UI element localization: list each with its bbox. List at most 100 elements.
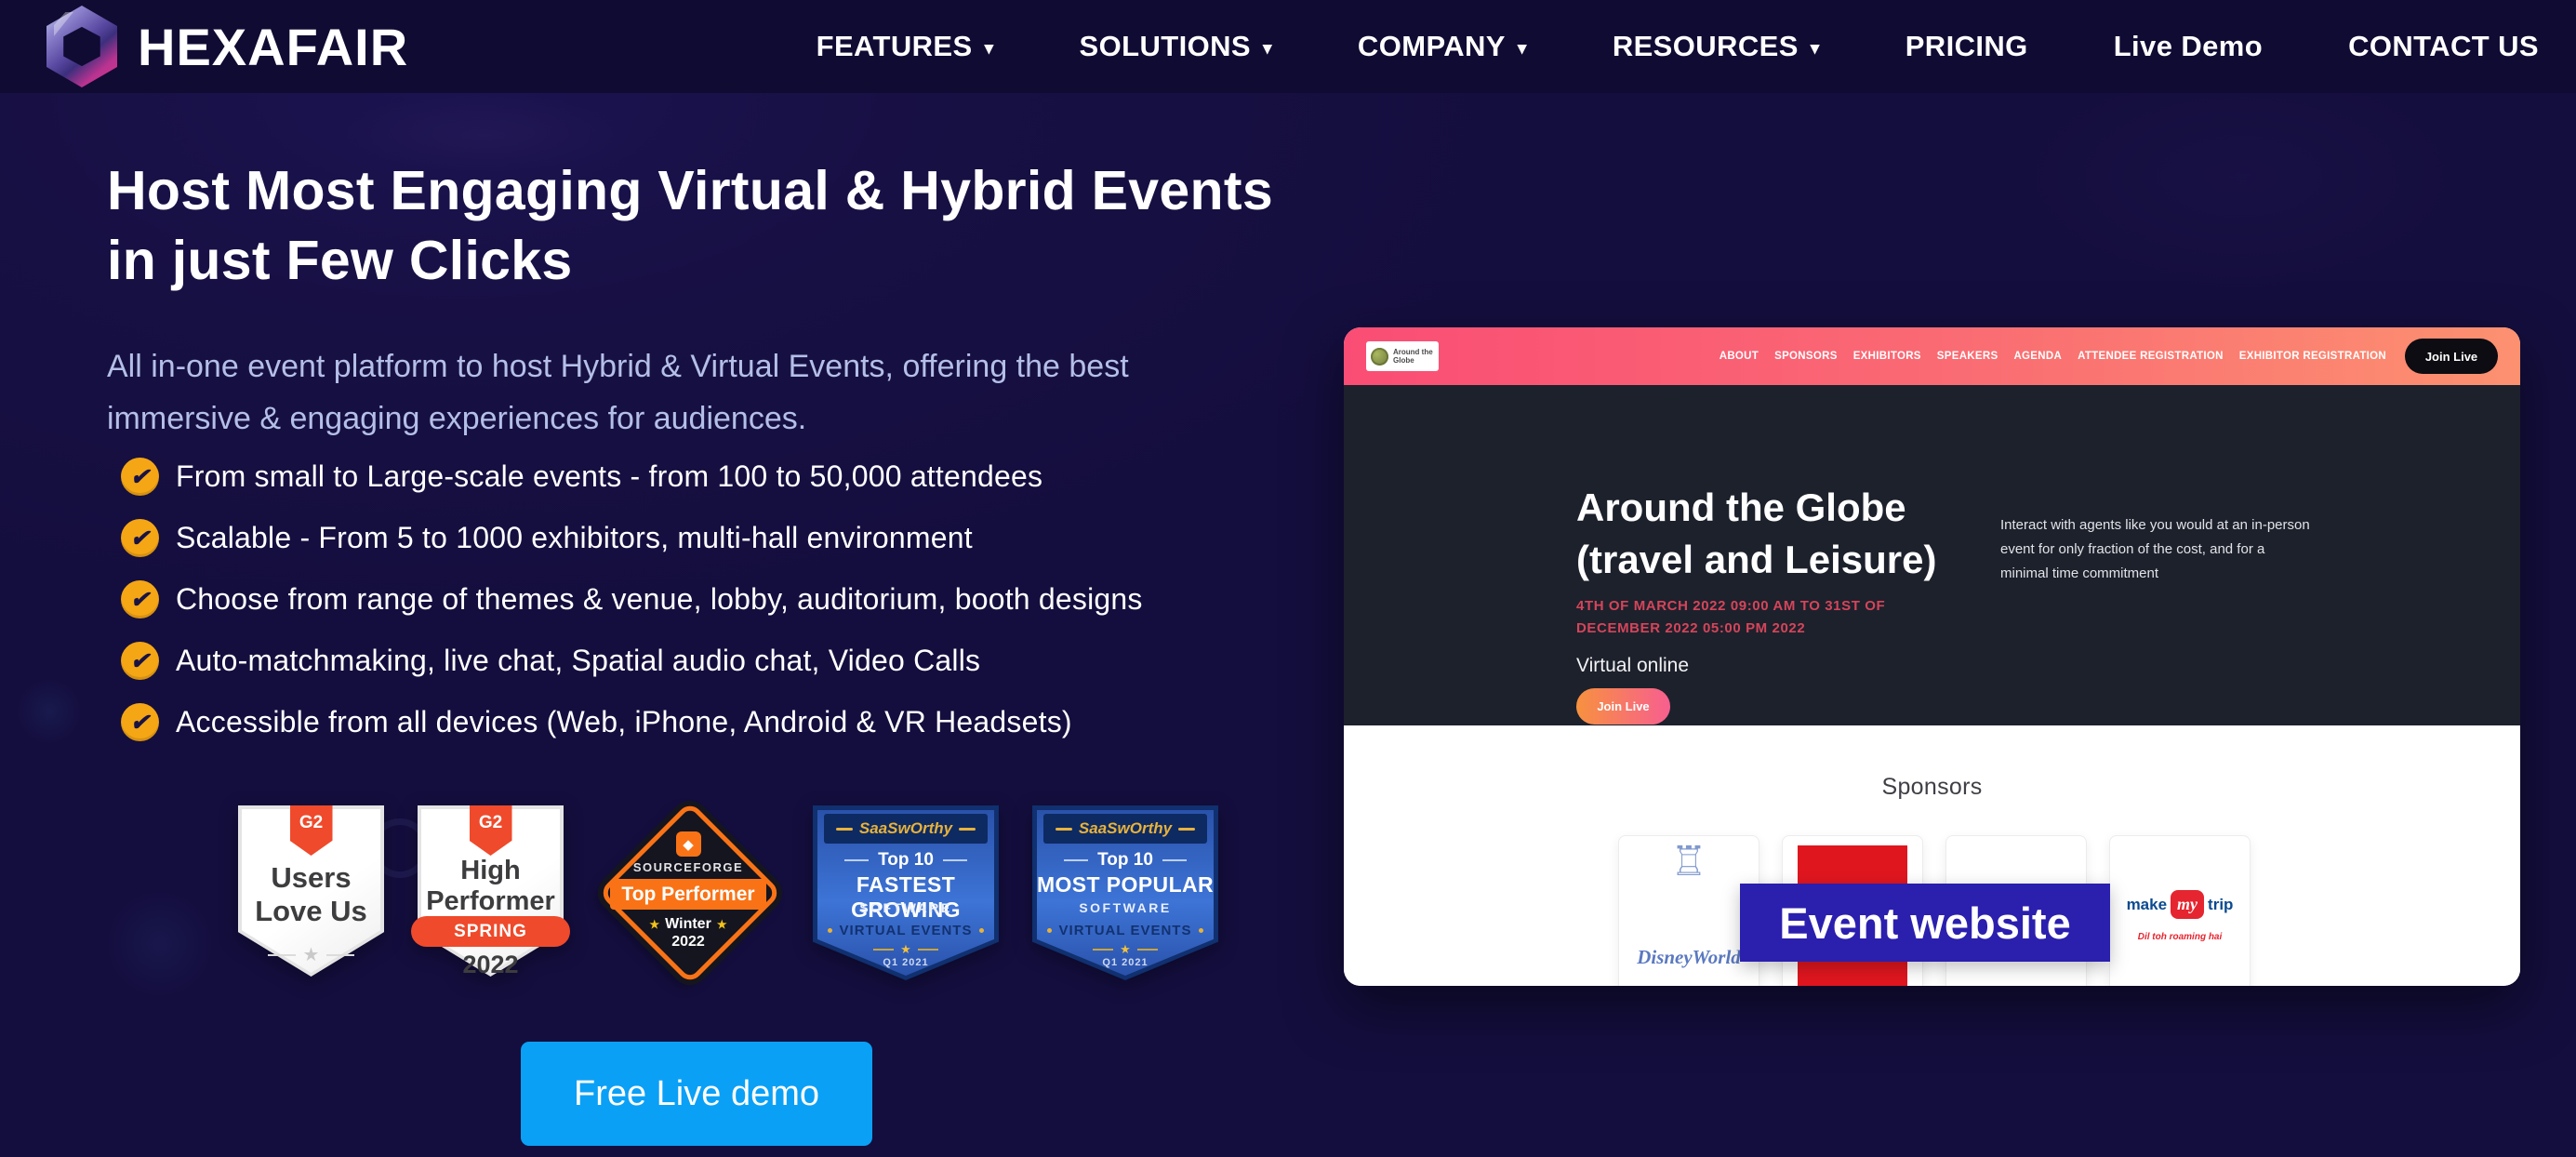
event-website-label: Event website [1740, 884, 2110, 962]
badge-sourceforge-top-performer: ◆ SOURCEFORGE Top Performer ★ Winter ★ 2… [597, 805, 779, 982]
event-join-live-button: Join Live [1576, 688, 1670, 725]
badge-year: 2022 [671, 934, 705, 951]
badge-period: Q1 2021 [1032, 957, 1218, 968]
free-live-demo-button[interactable]: Free Live demo [521, 1042, 872, 1146]
event-website-screenshot[interactable]: Around the Globe ABOUT SPONSORS EXHIBITO… [1344, 327, 2520, 986]
badge-title: MOST POPULAR [1032, 872, 1218, 898]
check-icon: ✔ [121, 458, 159, 496]
feature-bullet-list: ✔ From small to Large-scale events - fro… [121, 458, 1143, 765]
feature-bullet: ✔ From small to Large-scale events - fro… [121, 458, 1143, 496]
event-nav-agenda: AGENDA [2013, 351, 2062, 362]
badge-brand: SaaSwOrthy [1079, 819, 1172, 838]
badge-rank: Top 10 [813, 850, 999, 871]
event-title: Around the Globe (travel and Leisure) [1576, 482, 1936, 586]
star-icon: ★ [649, 918, 659, 931]
feature-bullet-text: From small to Large-scale events - from … [176, 459, 1042, 494]
event-title-line2: (travel and Leisure) [1576, 538, 1936, 581]
nav-live-demo-label: Live Demo [2114, 30, 2263, 63]
event-nav-about: ABOUT [1720, 351, 1759, 362]
sponsors-heading: Sponsors [1344, 774, 2520, 801]
chevron-down-icon: ▾ [1811, 38, 1820, 60]
feature-bullet: ✔ Auto-matchmaking, live chat, Spatial a… [121, 642, 1143, 680]
decorative-dot [17, 679, 82, 744]
badge-brand-bar: SaaSwOrthy [1043, 814, 1207, 844]
event-sponsors-section: Sponsors ♖ DisneyWorld y make my trip [1344, 725, 2520, 986]
nav-contact-us[interactable]: CONTACT US [2348, 30, 2539, 63]
star-icon: ★ [303, 943, 320, 966]
chevron-down-icon: ▾ [1263, 38, 1272, 60]
makemytrip-tagline: Dil toh roaming hai [2110, 932, 2250, 942]
sponsor-card-makemytrip: make my trip Dil toh roaming hai [2109, 835, 2251, 986]
brand-logo[interactable]: HEXAFAIR [46, 6, 408, 87]
nav-resources[interactable]: RESOURCES ▾ [1613, 30, 1820, 63]
main-navigation: FEATURES ▾ SOLUTIONS ▾ COMPANY ▾ RESOURC… [817, 30, 2539, 63]
hexafair-landing-page: HEXAFAIR FEATURES ▾ SOLUTIONS ▾ COMPANY … [0, 0, 2576, 1157]
brand-name: HEXAFAIR [138, 17, 408, 77]
badge-g2-users-love-us: G2 UsersLove Us ★ [238, 805, 384, 977]
badge-title: UsersLove Us [238, 861, 384, 928]
disney-castle-icon: ♖ [1619, 838, 1759, 885]
event-nav-attendee-registration: ATTENDEE REGISTRATION [2078, 351, 2224, 362]
hero-subtitle-line1: All in-one event platform to host Hybrid… [107, 349, 1129, 384]
badge-rank: Top 10 [1032, 850, 1218, 871]
chevron-down-icon: ▾ [985, 38, 994, 60]
mmt-trip: trip [2208, 896, 2233, 914]
nav-solutions[interactable]: SOLUTIONS ▾ [1080, 30, 1272, 63]
star-icon: ★ [717, 918, 727, 931]
trophy-icon: ★ [900, 942, 911, 957]
trophy-icon-row: ★ [813, 942, 999, 957]
nav-solutions-label: SOLUTIONS [1080, 30, 1251, 63]
sourceforge-flame-icon: ◆ [676, 831, 701, 857]
badge-season: ★ Winter ★ [649, 916, 726, 933]
badge-year: 2022 [418, 951, 564, 979]
badge-subtitle: SOFTWARE [1032, 900, 1218, 915]
feature-bullet-text: Scalable - From 5 to 1000 exhibitors, mu… [176, 521, 973, 555]
nav-resources-label: RESOURCES [1613, 30, 1799, 63]
nav-pricing[interactable]: PRICING [1905, 30, 2028, 63]
feature-bullet: ✔ Scalable - From 5 to 1000 exhibitors, … [121, 519, 1143, 557]
hero-subtitle-line2: immersive & engaging experiences for aud… [107, 401, 806, 436]
event-nav-speakers: SPEAKERS [1937, 351, 1998, 362]
page-title-line2: in just Few Clicks [107, 230, 572, 291]
feature-bullet-text: Choose from range of themes & venue, lob… [176, 582, 1143, 617]
globe-icon [1371, 348, 1388, 366]
makemytrip-logo: make my trip [2110, 890, 2250, 919]
disneyworld-logo-text: DisneyWorld [1619, 946, 1759, 969]
badge-period: Q1 2021 [813, 957, 999, 968]
nav-features[interactable]: FEATURES ▾ [817, 30, 994, 63]
nav-pricing-label: PRICING [1905, 30, 2028, 63]
decorative-blob [104, 888, 216, 1000]
page-title-line1: Host Most Engaging Virtual & Hybrid Even… [107, 160, 1273, 221]
chevron-down-icon: ▾ [1518, 38, 1527, 60]
event-site-hero: Around the Globe (travel and Leisure) In… [1344, 385, 2520, 725]
badge-subtitle: SOFTWARE [813, 900, 999, 915]
event-join-live-header-button: Join Live [2405, 339, 2498, 374]
page-title: Host Most Engaging Virtual & Hybrid Even… [107, 156, 1273, 296]
sponsor-card-disneyworld: ♖ DisneyWorld [1618, 835, 1759, 986]
feature-bullet: ✔ Accessible from all devices (Web, iPho… [121, 703, 1143, 741]
check-icon: ✔ [121, 642, 159, 680]
event-venue: Virtual online [1576, 655, 1689, 677]
nav-features-label: FEATURES [817, 30, 973, 63]
event-site-header: Around the Globe ABOUT SPONSORS EXHIBITO… [1344, 327, 2520, 385]
feature-bullet: ✔ Choose from range of themes & venue, l… [121, 580, 1143, 618]
check-icon: ✔ [121, 519, 159, 557]
check-icon: ✔ [121, 580, 159, 618]
event-nav-exhibitors: EXHIBITORS [1853, 351, 1921, 362]
badge-g2-high-performer: G2 HighPerformer SPRING 2022 [418, 805, 564, 977]
trophy-icon: ★ [1120, 942, 1131, 957]
star-icon-row: ★ [238, 943, 384, 966]
event-title-line1: Around the Globe [1576, 485, 1906, 529]
hero-subtitle: All in-one event platform to host Hybrid… [107, 340, 1129, 445]
nav-company[interactable]: COMPANY ▾ [1358, 30, 1527, 63]
event-site-navigation: ABOUT SPONSORS EXHIBITORS SPEAKERS AGEND… [1720, 351, 2386, 362]
badge-saasworthy-fastest-growing: SaaSwOrthy Top 10 FASTEST GROWING SOFTWA… [813, 805, 999, 980]
event-nav-sponsors: SPONSORS [1774, 351, 1838, 362]
nav-live-demo[interactable]: Live Demo [2114, 30, 2263, 63]
badge-saasworthy-most-popular: SaaSwOrthy Top 10 MOST POPULAR SOFTWARE … [1032, 805, 1218, 980]
mmt-make: make [2127, 896, 2167, 914]
badge-category: VIRTUAL EVENTS [1032, 923, 1218, 938]
event-site-logo-text: Around the Globe [1393, 348, 1434, 365]
event-site-logo: Around the Globe [1366, 341, 1439, 371]
feature-bullet-text: Accessible from all devices (Web, iPhone… [176, 705, 1072, 739]
